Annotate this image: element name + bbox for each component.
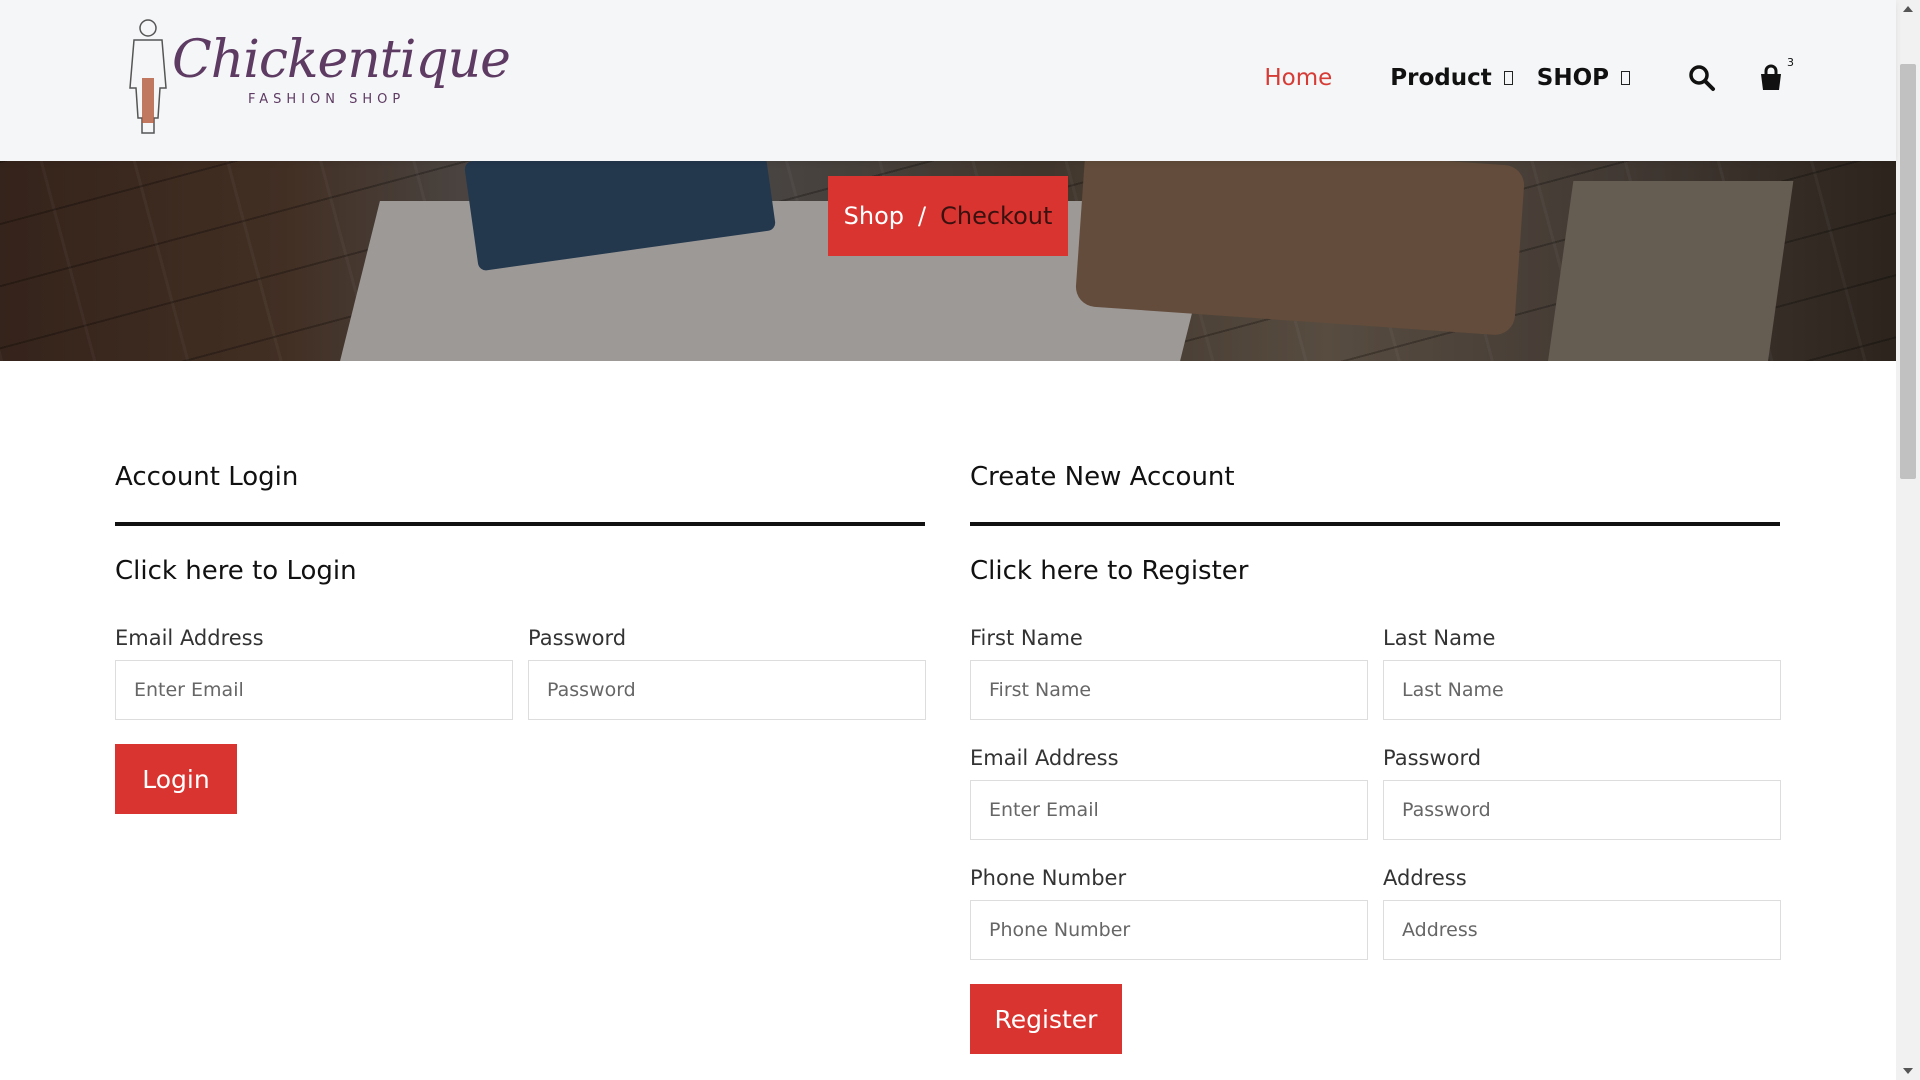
phone-input[interactable] (970, 900, 1368, 960)
logo-tagline: FASHION SHOP (248, 92, 406, 107)
nav-shop[interactable]: SHOP (1537, 65, 1630, 91)
last-name-group: Last Name (1383, 626, 1781, 720)
cart-icon[interactable]: 3 (1758, 56, 1794, 92)
address-group: Address (1383, 866, 1781, 960)
login-email-input[interactable] (115, 660, 513, 720)
scroll-down-icon[interactable] (1903, 1068, 1913, 1074)
register-password-label: Password (1383, 746, 1482, 770)
register-email-group: Email Address (970, 746, 1368, 840)
section-divider (115, 522, 925, 526)
login-section: Account Login Click here to Login Email … (115, 462, 926, 814)
nav-product-label: Product (1390, 65, 1492, 91)
breadcrumb-shop-link[interactable]: Shop (844, 202, 904, 230)
first-name-label: First Name (970, 626, 1083, 650)
nav-shop-label: SHOP (1536, 65, 1609, 91)
breadcrumb-current: Checkout (940, 202, 1053, 230)
first-name-input[interactable] (970, 660, 1368, 720)
nav-home-label: Home (1264, 65, 1333, 91)
login-email-group: Email Address (115, 626, 513, 720)
last-name-input[interactable] (1383, 660, 1781, 720)
login-password-input[interactable] (528, 660, 926, 720)
register-contact-row: Phone Number Address (970, 866, 1781, 960)
register-button[interactable]: Register (970, 984, 1122, 1054)
breadcrumb: Shop / Checkout (828, 176, 1068, 256)
logo[interactable]: Chickentique FASHION SHOP (120, 18, 511, 143)
login-fields-row: Email Address Password (115, 626, 926, 720)
register-name-row: First Name Last Name (970, 626, 1781, 720)
dropdown-icon (1503, 71, 1513, 85)
login-subtitle: Click here to Login (115, 556, 357, 586)
main-nav: Home Product SHOP 3 (1264, 56, 1794, 98)
search-icon[interactable] (1688, 64, 1716, 92)
register-subtitle: Click here to Register (970, 556, 1249, 586)
logo-script: Chickentique (172, 30, 511, 90)
address-label: Address (1383, 866, 1467, 890)
login-section-title: Account Login (115, 462, 299, 492)
login-button[interactable]: Login (115, 744, 237, 814)
nav-product[interactable]: Product (1390, 65, 1513, 91)
nav-home[interactable]: Home (1264, 65, 1332, 91)
fashion-figure-icon (129, 19, 167, 134)
register-section-title: Create New Account (970, 462, 1235, 492)
login-password-group: Password (528, 626, 926, 720)
breadcrumb-separator: / (918, 202, 927, 230)
page-scrollbar[interactable] (1896, 0, 1920, 1080)
register-email-label: Email Address (970, 746, 1119, 770)
register-password-input[interactable] (1383, 780, 1781, 840)
scrollbar-thumb[interactable] (1900, 64, 1916, 479)
address-input[interactable] (1383, 900, 1781, 960)
site-header: Chickentique FASHION SHOP Home Product S… (0, 0, 1896, 161)
login-email-label: Email Address (115, 626, 264, 650)
cart-count-badge: 3 (1787, 56, 1794, 69)
dropdown-icon (1621, 71, 1630, 85)
phone-group: Phone Number (970, 866, 1368, 960)
login-password-label: Password (528, 626, 627, 650)
register-email-input[interactable] (970, 780, 1368, 840)
scroll-up-icon[interactable] (1903, 6, 1913, 12)
last-name-label: Last Name (1383, 626, 1496, 650)
section-divider (970, 522, 1780, 526)
register-section: Create New Account Click here to Registe… (970, 462, 1781, 1054)
register-password-group: Password (1383, 746, 1781, 840)
register-credentials-row: Email Address Password (970, 746, 1781, 840)
first-name-group: First Name (970, 626, 1368, 720)
phone-label: Phone Number (970, 866, 1127, 890)
